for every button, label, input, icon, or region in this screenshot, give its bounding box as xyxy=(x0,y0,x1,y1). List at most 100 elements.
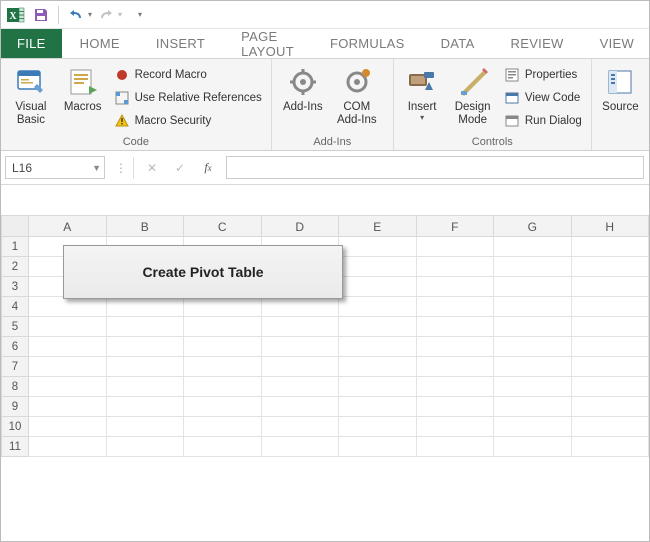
cell[interactable] xyxy=(572,337,650,357)
tab-home[interactable]: HOME xyxy=(62,29,138,58)
col-header-B[interactable]: B xyxy=(107,215,185,237)
insert-controls-button[interactable]: Insert xyxy=(400,63,445,122)
col-header-H[interactable]: H xyxy=(572,215,650,237)
cell[interactable] xyxy=(572,237,650,257)
cell[interactable] xyxy=(417,317,495,337)
cell[interactable] xyxy=(339,257,417,277)
macro-security-button[interactable]: Macro Security xyxy=(111,111,265,131)
tab-formulas[interactable]: FORMULAS xyxy=(312,29,423,58)
cell[interactable] xyxy=(417,437,495,457)
cell[interactable] xyxy=(339,297,417,317)
undo-icon[interactable] xyxy=(65,4,87,26)
cell[interactable] xyxy=(417,357,495,377)
cell[interactable] xyxy=(494,317,572,337)
tab-page-layout[interactable]: PAGE LAYOUT xyxy=(223,29,312,58)
com-addins-button[interactable]: COM Add-Ins xyxy=(332,63,382,127)
cell[interactable] xyxy=(262,417,340,437)
cell[interactable] xyxy=(262,377,340,397)
row-header[interactable]: 5 xyxy=(1,317,29,337)
cell[interactable] xyxy=(339,437,417,457)
cell[interactable] xyxy=(262,317,340,337)
formula-bar-input[interactable] xyxy=(226,156,644,179)
cell[interactable] xyxy=(572,437,650,457)
enter-formula-icon[interactable]: ✓ xyxy=(168,156,192,180)
cell[interactable] xyxy=(262,437,340,457)
cell[interactable] xyxy=(494,357,572,377)
row-header[interactable]: 7 xyxy=(1,357,29,377)
cell[interactable] xyxy=(339,417,417,437)
cell[interactable] xyxy=(417,297,495,317)
cell[interactable] xyxy=(29,377,107,397)
row-header[interactable]: 4 xyxy=(1,297,29,317)
cell[interactable] xyxy=(29,337,107,357)
cell[interactable] xyxy=(107,357,185,377)
cell[interactable] xyxy=(262,397,340,417)
properties-button[interactable]: Properties xyxy=(501,65,585,85)
cell[interactable] xyxy=(417,257,495,277)
cell[interactable] xyxy=(572,377,650,397)
excel-app-icon[interactable]: X xyxy=(5,4,27,26)
cell[interactable] xyxy=(29,417,107,437)
design-mode-button[interactable]: Design Mode xyxy=(448,63,496,127)
cell[interactable] xyxy=(572,317,650,337)
save-icon[interactable] xyxy=(30,4,52,26)
cell[interactable] xyxy=(262,337,340,357)
cell[interactable] xyxy=(29,397,107,417)
cell[interactable] xyxy=(339,317,417,337)
tab-insert[interactable]: INSERT xyxy=(138,29,223,58)
cell[interactable] xyxy=(572,397,650,417)
cell[interactable] xyxy=(494,377,572,397)
cell[interactable] xyxy=(339,377,417,397)
col-header-E[interactable]: E xyxy=(339,215,417,237)
run-dialog-button[interactable]: Run Dialog xyxy=(501,111,585,131)
row-header[interactable]: 6 xyxy=(1,337,29,357)
cell[interactable] xyxy=(417,377,495,397)
row-header[interactable]: 2 xyxy=(1,257,29,277)
name-box[interactable]: L16 ▼ xyxy=(5,156,105,179)
record-macro-button[interactable]: Record Macro xyxy=(111,65,265,85)
cell[interactable] xyxy=(184,397,262,417)
cell[interactable] xyxy=(107,397,185,417)
cell[interactable] xyxy=(29,357,107,377)
tab-view[interactable]: VIEW xyxy=(582,29,650,58)
cancel-formula-icon[interactable]: ✕ xyxy=(140,156,164,180)
cell[interactable] xyxy=(572,357,650,377)
cell[interactable] xyxy=(107,297,185,317)
cell[interactable] xyxy=(572,257,650,277)
cell[interactable] xyxy=(107,417,185,437)
cell[interactable] xyxy=(107,437,185,457)
cell[interactable] xyxy=(494,397,572,417)
cell[interactable] xyxy=(494,417,572,437)
cell[interactable] xyxy=(262,297,340,317)
cell[interactable] xyxy=(184,337,262,357)
cell[interactable] xyxy=(417,397,495,417)
col-header-G[interactable]: G xyxy=(494,215,572,237)
row-header[interactable]: 11 xyxy=(1,437,29,457)
use-relative-references-button[interactable]: Use Relative References xyxy=(111,88,265,108)
tab-data[interactable]: DATA xyxy=(423,29,493,58)
visual-basic-button[interactable]: Visual Basic xyxy=(7,63,55,127)
cell[interactable] xyxy=(494,237,572,257)
cell[interactable] xyxy=(417,337,495,357)
cell[interactable] xyxy=(339,277,417,297)
select-all-corner[interactable] xyxy=(1,215,29,237)
col-header-D[interactable]: D xyxy=(262,215,340,237)
cell[interactable] xyxy=(184,317,262,337)
cell[interactable] xyxy=(572,417,650,437)
addins-button[interactable]: Add-Ins xyxy=(278,63,328,114)
cell[interactable] xyxy=(184,357,262,377)
cell[interactable] xyxy=(417,417,495,437)
cell[interactable] xyxy=(417,237,495,257)
cell[interactable] xyxy=(494,257,572,277)
col-header-C[interactable]: C xyxy=(184,215,262,237)
cell[interactable] xyxy=(29,317,107,337)
row-header[interactable]: 10 xyxy=(1,417,29,437)
cell[interactable] xyxy=(572,297,650,317)
cell[interactable] xyxy=(184,437,262,457)
qat-customize-icon[interactable]: ▾ xyxy=(138,10,142,19)
tab-file[interactable]: FILE xyxy=(1,29,62,58)
redo-dropdown-icon[interactable]: ▾ xyxy=(118,10,122,19)
cell[interactable] xyxy=(262,357,340,377)
cell[interactable] xyxy=(339,397,417,417)
cell[interactable] xyxy=(107,337,185,357)
